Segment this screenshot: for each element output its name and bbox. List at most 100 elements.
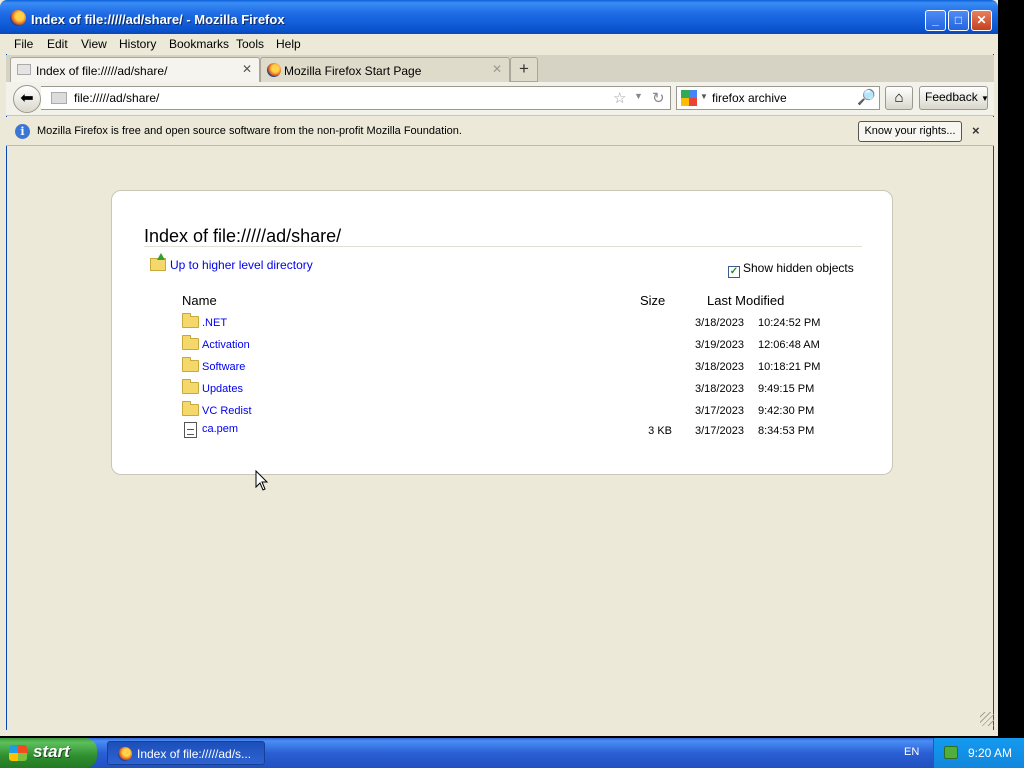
entry-date: 3/19/2023 [695, 339, 744, 351]
folder-icon [182, 313, 199, 328]
entry-time: 8:34:53 PM [758, 425, 815, 437]
menu-bookmarks[interactable]: Bookmarks [169, 37, 229, 51]
entry-time: 9:49:15 PM [758, 383, 815, 395]
resize-grip[interactable] [980, 712, 994, 726]
title-bar[interactable]: Index of file://///ad/share/ - Mozilla F… [0, 0, 998, 34]
start-button[interactable]: start [0, 738, 97, 768]
info-icon: i [15, 124, 30, 139]
menu-help[interactable]: Help [276, 37, 301, 51]
url-input[interactable] [74, 90, 594, 106]
firefox-icon [10, 10, 26, 26]
navigation-toolbar: ⬅ ☆ ▼ ↻ ▼ 🔎 ⌂ Feedback ▼ [6, 82, 994, 116]
firefox-icon [267, 63, 281, 77]
entry-name[interactable]: Software [202, 361, 245, 373]
up-directory-label: Up to higher level directory [170, 258, 313, 272]
history-dropdown-icon[interactable]: ▼ [634, 91, 643, 101]
home-button[interactable]: ⌂ [885, 86, 913, 110]
menu-tools[interactable]: Tools [236, 37, 264, 51]
tab-label: Index of file://///ad/share/ [36, 64, 168, 78]
table-row[interactable]: Software 3/18/2023 10:18:21 PM [182, 357, 832, 378]
new-tab-button[interactable]: + [510, 57, 538, 82]
entry-time: 10:18:21 PM [758, 361, 821, 373]
chevron-down-icon: ▼ [981, 94, 989, 103]
tab-start-page[interactable]: Mozilla Firefox Start Page ✕ [260, 57, 510, 82]
menu-file[interactable]: File [14, 37, 33, 51]
tab-label: Mozilla Firefox Start Page [284, 64, 422, 78]
search-icon[interactable]: 🔎 [857, 88, 876, 106]
taskbar-item-label: Index of file://///ad/s... [137, 747, 252, 761]
column-header-modified[interactable]: Last Modified [707, 293, 784, 308]
entry-name[interactable]: Updates [202, 383, 243, 395]
minimize-icon: _ [932, 13, 939, 27]
page-icon [17, 64, 31, 75]
show-hidden-toggle[interactable]: ✓ Show hidden objects [728, 261, 854, 278]
file-icon [184, 422, 197, 438]
google-icon[interactable] [681, 90, 697, 106]
divider [144, 246, 862, 247]
close-icon: ✕ [976, 13, 987, 27]
feedback-button[interactable]: Feedback ▼ [919, 86, 989, 110]
notification-message: Mozilla Firefox is free and open source … [37, 125, 462, 137]
menu-history[interactable]: History [119, 37, 156, 51]
clock[interactable]: 9:20 AM [968, 746, 1012, 760]
tab-close-icon[interactable]: ✕ [242, 62, 252, 76]
directory-listing: Index of file://///ad/share/ Up to highe… [111, 190, 893, 475]
table-row[interactable]: ca.pem 3 KB 3/17/2023 8:34:53 PM [182, 422, 832, 442]
entry-date: 3/17/2023 [695, 425, 744, 437]
bookmark-star-icon[interactable]: ☆ [613, 89, 626, 107]
menu-view[interactable]: View [81, 37, 107, 51]
taskbar-item-firefox[interactable]: Index of file://///ad/s... [107, 741, 265, 765]
maximize-button[interactable]: □ [948, 10, 969, 31]
search-input[interactable] [712, 90, 852, 106]
maximize-icon: □ [954, 13, 963, 27]
column-header-size[interactable]: Size [640, 293, 665, 308]
page-title: Index of file://///ad/share/ [144, 226, 342, 246]
reload-icon[interactable]: ↻ [652, 89, 665, 107]
entry-date: 3/18/2023 [695, 383, 744, 395]
folder-icon [182, 357, 199, 372]
page-content: Index of file://///ad/share/ Up to highe… [7, 147, 993, 729]
language-indicator[interactable]: EN [904, 746, 919, 758]
url-bar[interactable]: ☆ ▼ ↻ [41, 86, 671, 110]
entry-time: 10:24:52 PM [758, 317, 821, 329]
folder-up-icon [150, 253, 166, 271]
entry-size: 3 KB [648, 425, 672, 437]
entry-time: 12:06:48 AM [758, 339, 820, 351]
page-icon [51, 92, 67, 104]
entry-name[interactable]: ca.pem [202, 423, 238, 435]
tab-index[interactable]: Index of file://///ad/share/ ✕ [10, 57, 260, 82]
minimize-button[interactable]: _ [925, 10, 946, 31]
close-button[interactable]: ✕ [971, 10, 992, 31]
back-button[interactable]: ⬅ [13, 85, 41, 113]
firefox-window: Index of file://///ad/share/ - Mozilla F… [0, 0, 998, 736]
window-title: Index of file://///ad/share/ - Mozilla F… [31, 12, 285, 27]
show-hidden-label: Show hidden objects [743, 261, 854, 275]
folder-icon [182, 401, 199, 416]
column-header-name[interactable]: Name [182, 293, 217, 308]
notification-close-icon[interactable]: × [972, 123, 980, 138]
table-row[interactable]: Activation 3/19/2023 12:06:48 AM [182, 335, 832, 356]
engine-dropdown-icon[interactable]: ▼ [700, 92, 708, 101]
table-row[interactable]: Updates 3/18/2023 9:49:15 PM [182, 379, 832, 400]
network-icon[interactable] [944, 746, 958, 759]
show-hidden-checkbox[interactable]: ✓ [728, 266, 740, 278]
search-bar[interactable]: ▼ 🔎 [676, 86, 880, 110]
entry-date: 3/18/2023 [695, 361, 744, 373]
start-label: start [33, 742, 70, 761]
folder-icon [182, 379, 199, 394]
feedback-label: Feedback [925, 90, 978, 104]
entry-date: 3/18/2023 [695, 317, 744, 329]
know-your-rights-button[interactable]: Know your rights... [858, 121, 962, 142]
folder-icon [182, 335, 199, 350]
table-row[interactable]: VC Redist 3/17/2023 9:42:30 PM [182, 401, 832, 422]
up-directory-link[interactable]: Up to higher level directory [150, 253, 313, 272]
windows-logo-icon [9, 745, 27, 761]
entry-name[interactable]: Activation [202, 339, 250, 351]
menu-edit[interactable]: Edit [47, 37, 68, 51]
entry-name[interactable]: .NET [202, 317, 227, 329]
firefox-icon [118, 747, 132, 761]
tab-close-icon[interactable]: ✕ [492, 62, 502, 76]
entry-name[interactable]: VC Redist [202, 405, 252, 417]
table-row[interactable]: .NET 3/18/2023 10:24:52 PM [182, 313, 832, 334]
entry-date: 3/17/2023 [695, 405, 744, 417]
